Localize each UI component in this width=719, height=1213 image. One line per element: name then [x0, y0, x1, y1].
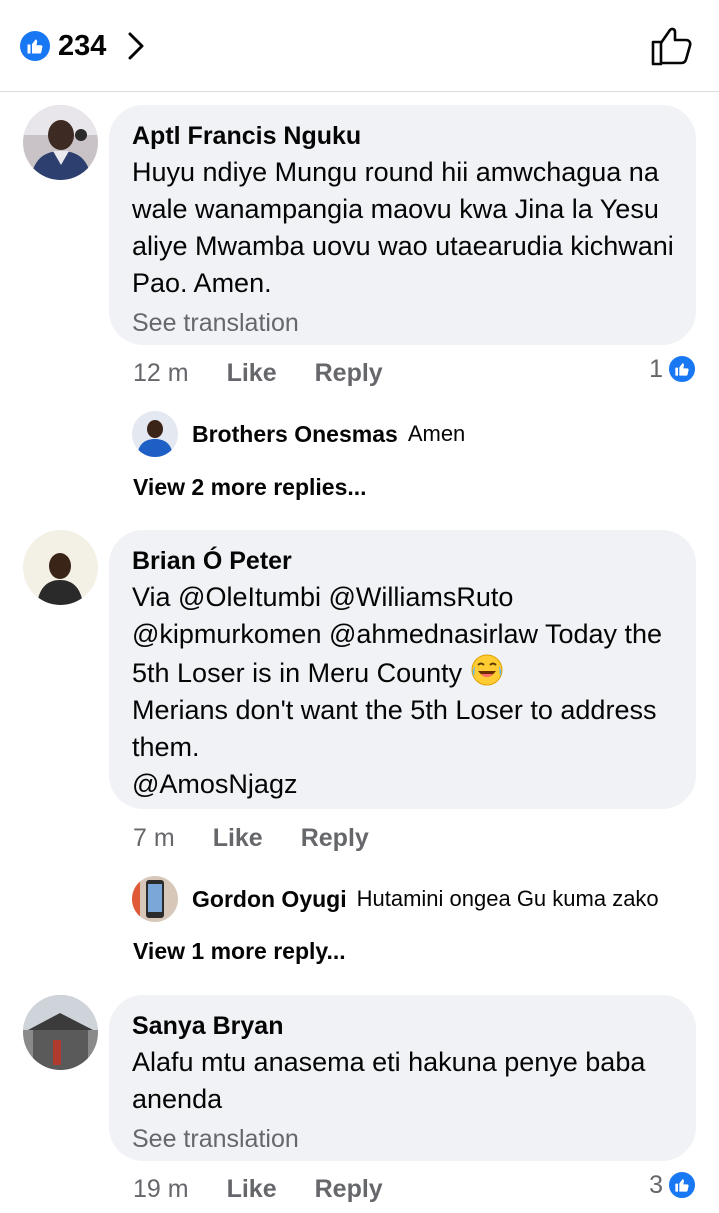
see-translation-link[interactable]: See translation	[132, 306, 299, 340]
reply-text: Amen	[407, 421, 466, 446]
comment-text-line: Merians don't want the 5th Loser to addr…	[132, 695, 657, 762]
reaction-count: 3	[649, 1170, 663, 1199]
comment-author[interactable]: Brian Ó Peter	[132, 544, 674, 578]
comment-text-line: Via @OleItumbi @WilliamsRuto @kipmurkome…	[132, 582, 663, 688]
comment-time[interactable]: 12 m	[133, 359, 189, 388]
reply-button[interactable]: Reply	[315, 359, 383, 388]
reaction-summary[interactable]: 234	[20, 26, 146, 66]
reaction-count: 1	[649, 354, 663, 383]
avatar[interactable]	[132, 876, 178, 922]
comment-text: Huyu ndiye Mungu round hii amwchagua na …	[132, 157, 674, 298]
reply-author[interactable]: Brothers Onesmas	[192, 421, 398, 448]
reply-preview[interactable]: Gordon Oyugi Hutamini ongea Gu kuma zako	[132, 876, 659, 922]
comment-text: Via @OleItumbi @WilliamsRuto @kipmurkome…	[132, 579, 674, 803]
reactions-header: 234	[0, 0, 719, 92]
comment-author[interactable]: Aptl Francis Nguku	[132, 119, 674, 153]
comment-bubble[interactable]: Aptl Francis Nguku Huyu ndiye Mungu roun…	[109, 105, 696, 345]
reply-preview[interactable]: Brothers Onesmas Amen	[132, 411, 465, 457]
comment-author[interactable]: Sanya Bryan	[132, 1009, 674, 1043]
like-button[interactable]: Like	[213, 824, 263, 853]
chevron-right-icon[interactable]	[126, 31, 146, 61]
reply-button[interactable]: Reply	[301, 824, 369, 853]
avatar[interactable]	[23, 530, 98, 605]
reply-author[interactable]: Gordon Oyugi	[192, 886, 347, 913]
like-reaction-icon	[20, 31, 50, 61]
comment-bubble[interactable]: Brian Ó Peter Via @OleItumbi @WilliamsRu…	[109, 530, 696, 809]
comment-actions: 19 m Like Reply	[133, 1171, 421, 1207]
like-button[interactable]: Like	[227, 359, 277, 388]
comment-bubble[interactable]: Sanya Bryan Alafu mtu anasema eti hakuna…	[109, 995, 696, 1161]
mention-link[interactable]: @AmosNjagz	[132, 769, 297, 799]
comment-time[interactable]: 19 m	[133, 1175, 189, 1204]
view-more-replies-link[interactable]: View 1 more reply...	[133, 938, 346, 965]
comment-actions: 7 m Like Reply	[133, 820, 407, 856]
reaction-count: 234	[58, 29, 107, 62]
like-button[interactable]: Like	[227, 1175, 277, 1204]
like-reaction-icon	[667, 354, 697, 384]
avatar[interactable]	[132, 411, 178, 457]
view-more-replies-link[interactable]: View 2 more replies...	[133, 474, 367, 501]
comment-text: Alafu mtu anasema eti hakuna penye baba …	[132, 1047, 646, 1114]
reply-button[interactable]: Reply	[315, 1175, 383, 1204]
comment-reactions[interactable]: 1	[649, 354, 697, 384]
laughing-crying-emoji	[471, 654, 503, 686]
comment-time[interactable]: 7 m	[133, 824, 175, 853]
comment-actions: 12 m Like Reply	[133, 355, 421, 391]
thumbs-up-icon[interactable]	[649, 24, 693, 68]
avatar[interactable]	[23, 105, 98, 180]
reply-text: Hutamini ongea Gu kuma zako	[356, 886, 659, 911]
comment-reactions[interactable]: 3	[649, 1170, 697, 1200]
like-reaction-icon	[667, 1170, 697, 1200]
avatar[interactable]	[23, 995, 98, 1070]
see-translation-link[interactable]: See translation	[132, 1122, 299, 1156]
